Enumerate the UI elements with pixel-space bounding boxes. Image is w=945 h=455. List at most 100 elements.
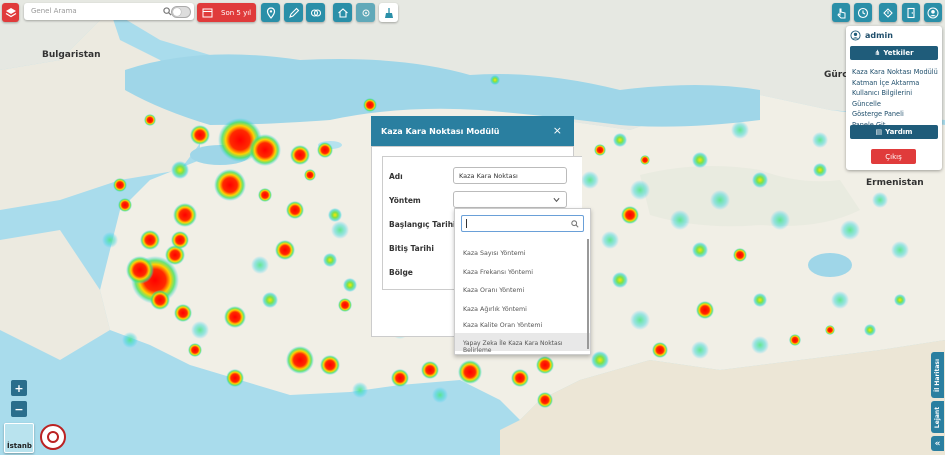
heatmap-spot — [224, 306, 246, 328]
heatmap-spot — [751, 336, 769, 354]
locate-button[interactable] — [356, 3, 375, 22]
heatmap-spot — [363, 98, 377, 112]
traffic-button[interactable] — [879, 3, 897, 22]
label-armenia: Ermenistan — [866, 178, 924, 188]
heatmap-spot — [118, 198, 132, 212]
heatmap-spot — [696, 301, 714, 319]
legend-tab[interactable]: Lejant — [931, 401, 944, 433]
zoom-in-button[interactable]: + — [11, 380, 27, 396]
heatmap-spot — [338, 298, 352, 312]
heatmap-spot — [275, 240, 295, 260]
dropdown-option[interactable]: Kaza Oranı Yöntemi — [463, 287, 524, 294]
heatmap-spot — [171, 231, 189, 249]
document-icon: ▤ — [875, 128, 883, 136]
heatmap-spot — [126, 256, 154, 284]
heatmap-spot — [670, 210, 690, 230]
link-layer-import[interactable]: Katman İçe Aktarma — [852, 78, 942, 89]
name-field[interactable]: Kaza Kara Noktası — [453, 167, 567, 184]
heatmap-spot — [621, 206, 639, 224]
heatmap-spot — [144, 114, 156, 126]
start-date-label: Başlangıç Tarihi — [389, 220, 456, 229]
link-dashboard[interactable]: Gösterge Paneli — [852, 109, 942, 120]
general-search-box[interactable]: Genel Arama — [24, 3, 194, 20]
heatmap-spot — [753, 293, 767, 307]
help-header[interactable]: ▤ Yardım — [850, 125, 938, 139]
dropdown-option[interactable]: Kaza Kalite Oran Yöntemi — [463, 322, 542, 329]
history-button[interactable] — [854, 3, 872, 22]
permissions-header[interactable]: ⋔ Yetkiler — [850, 46, 938, 60]
link-blackspot-module[interactable]: Kaza Kara Noktası Modülü — [852, 67, 942, 78]
search-input[interactable]: Genel Arama — [31, 7, 77, 15]
method-select[interactable] — [453, 191, 567, 208]
dropdown-option[interactable]: Kaza Frekansı Yöntemi — [463, 269, 533, 276]
help-title: Yardım — [885, 128, 913, 136]
heatmap-spot — [691, 341, 709, 359]
heatmap-spot — [191, 321, 209, 339]
heatmap-spot — [710, 190, 730, 210]
user-icon — [927, 7, 939, 18]
logout-button[interactable]: Çıkış — [871, 149, 916, 164]
location-button[interactable] — [261, 3, 280, 22]
broom-icon — [384, 7, 393, 18]
heatmap-spot — [343, 278, 357, 292]
touch-button[interactable] — [832, 3, 850, 22]
dropdown-search-input[interactable] — [461, 215, 584, 232]
text-cursor — [466, 219, 467, 228]
heatmap-spot — [214, 169, 246, 201]
link-update-user-info[interactable]: Kullanıcı Bilgilerini Güncelle — [852, 88, 942, 109]
username: admin — [865, 31, 893, 40]
exit-button[interactable] — [902, 3, 920, 22]
heatmap-spot — [536, 356, 554, 374]
shapes-icon — [310, 8, 321, 17]
dropdown-option[interactable]: Kaza Sayısı Yöntemi — [463, 250, 526, 257]
heatmap-spot — [872, 192, 888, 208]
layers-menu-button[interactable] — [2, 3, 19, 22]
dropdown-option[interactable]: Kaza Ağırlık Yöntemi — [463, 306, 527, 313]
heatmap-spot — [432, 387, 448, 403]
zoom-out-button[interactable]: − — [11, 401, 27, 417]
heatmap-spot — [591, 351, 609, 369]
user-panel: admin ⋔ Yetkiler Kaza Kara Noktası Modülü… — [846, 26, 942, 170]
heatmap-spot — [171, 161, 189, 179]
heatmap-spot — [391, 369, 409, 387]
emblem-logo — [40, 424, 66, 450]
heatmap-spot — [249, 134, 281, 166]
date-filter-button[interactable]: Son 5 yıl — [197, 3, 256, 22]
heatmap-spot — [537, 392, 553, 408]
heatmap-spot — [286, 201, 304, 219]
minimap-label: İstanb — [7, 442, 32, 450]
heatmap-spot — [731, 121, 749, 139]
heatmap-spot — [630, 180, 650, 200]
search-toggle[interactable] — [171, 6, 191, 18]
layers-icon — [5, 7, 16, 17]
home-icon — [337, 7, 348, 18]
province-map-tab[interactable]: İl Haritası — [931, 352, 944, 398]
collapse-chevron-icon[interactable]: « — [931, 436, 944, 451]
draw-button[interactable] — [284, 3, 303, 22]
close-icon[interactable]: × — [553, 124, 562, 137]
home-button[interactable] — [333, 3, 352, 22]
permissions-title: Yetkiler — [883, 49, 914, 57]
clean-button[interactable] — [379, 3, 398, 22]
heatmap-spot — [331, 221, 349, 239]
heatmap-spot — [320, 355, 340, 375]
dropdown-option[interactable]: Yapay Zeka İle Kaza Kara Noktası Belirle… — [463, 340, 590, 354]
name-value: Kaza Kara Noktası — [459, 172, 518, 180]
heatmap-spot — [304, 169, 316, 181]
minimap-thumbnail[interactable]: İstanb — [4, 423, 34, 453]
heatmap-spot — [286, 346, 314, 374]
heatmap-spot — [251, 256, 269, 274]
measure-button[interactable] — [306, 3, 325, 22]
heatmap-spot — [864, 324, 876, 336]
heatmap-spot — [262, 292, 278, 308]
dropdown-scrollbar[interactable] — [587, 239, 589, 349]
heatmap-spot — [789, 334, 801, 346]
heatmap-spot — [733, 248, 747, 262]
heatmap-spot — [613, 133, 627, 147]
heatmap-spot — [174, 304, 192, 322]
user-menu-button[interactable] — [924, 3, 942, 22]
target-icon — [362, 9, 369, 16]
heatmap-spot — [840, 220, 860, 240]
modal-title: Kaza Kara Noktası Modülü — [381, 127, 500, 136]
heatmap-spot — [190, 125, 210, 145]
